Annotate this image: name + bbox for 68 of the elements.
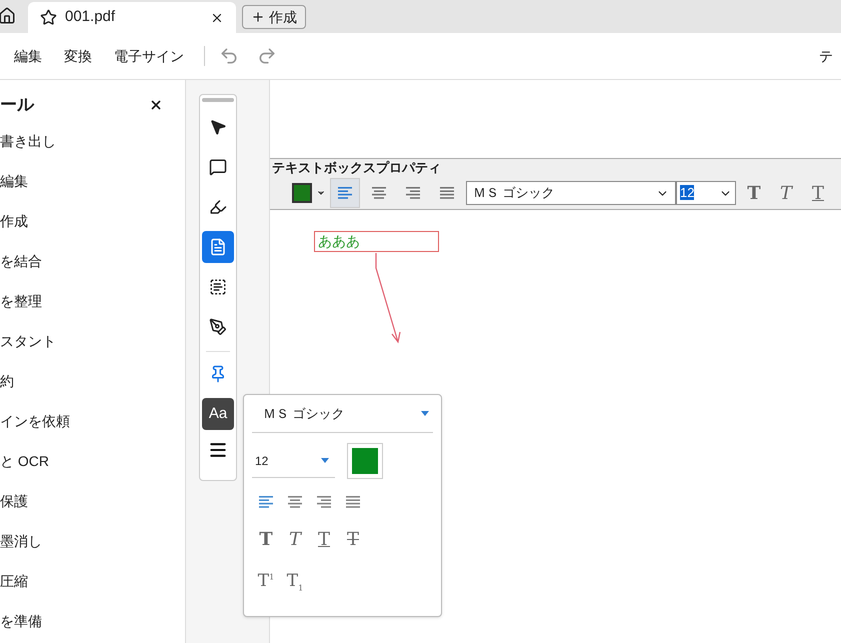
justify-align-icon bbox=[345, 496, 361, 508]
underline-button[interactable]: T bbox=[310, 526, 338, 553]
star-icon[interactable] bbox=[40, 9, 57, 26]
font-button[interactable]: Aa bbox=[202, 398, 234, 430]
right-align-icon bbox=[316, 496, 332, 508]
tool-item[interactable]: 約 bbox=[0, 370, 185, 410]
text-field-icon bbox=[209, 278, 227, 296]
align-button[interactable] bbox=[316, 494, 332, 510]
menu-item[interactable]: 変換 bbox=[64, 46, 92, 66]
menu-item[interactable]: テ bbox=[819, 46, 833, 66]
tool-item[interactable]: スタント bbox=[0, 330, 185, 370]
size-select[interactable]: 12 bbox=[676, 181, 736, 205]
properties-title: テキストボックスプロパティ bbox=[271, 159, 442, 177]
justify-align-icon bbox=[439, 186, 455, 200]
redo-icon[interactable] bbox=[257, 46, 277, 66]
menu-item[interactable]: 電子サイン bbox=[114, 46, 184, 66]
menu-item[interactable]: 編集 bbox=[14, 46, 42, 66]
bold-button[interactable]: T bbox=[740, 180, 768, 206]
tool-item[interactable]: を結合 bbox=[0, 250, 185, 290]
comment-icon bbox=[209, 158, 227, 176]
textbox-tool[interactable] bbox=[202, 231, 234, 263]
tool-item[interactable]: インを依頼 bbox=[0, 410, 185, 450]
tool-item[interactable]: と OCR bbox=[0, 450, 185, 490]
color-button[interactable] bbox=[347, 443, 383, 479]
caret-icon bbox=[421, 411, 429, 416]
center-align-icon bbox=[371, 186, 387, 200]
pen-icon bbox=[209, 318, 227, 336]
pin-icon bbox=[209, 365, 227, 383]
underline-button[interactable]: T bbox=[804, 180, 832, 206]
size-dropdown[interactable]: 12 bbox=[252, 444, 335, 478]
undo-icon[interactable] bbox=[219, 46, 239, 66]
font-dropdown[interactable]: ＭＳ ゴシック bbox=[252, 395, 433, 433]
superscript-button[interactable]: T$^{1}$ bbox=[252, 569, 280, 594]
caret-icon bbox=[321, 458, 329, 463]
menu-icon bbox=[208, 440, 228, 460]
strike-button[interactable]: T bbox=[339, 526, 367, 553]
tool-item[interactable]: 編集 bbox=[0, 170, 185, 210]
align-button[interactable] bbox=[258, 494, 274, 510]
tool-item[interactable]: 作成 bbox=[0, 210, 185, 250]
text-box[interactable]: あああ bbox=[314, 231, 439, 252]
left-align-icon bbox=[258, 496, 274, 508]
align-button[interactable] bbox=[287, 494, 303, 510]
tool-item[interactable]: 墨消し bbox=[0, 530, 185, 570]
tool-item[interactable]: 保護 bbox=[0, 490, 185, 530]
tab-title: 001.pdf bbox=[65, 7, 116, 28]
align-button[interactable] bbox=[345, 494, 361, 510]
italic-button[interactable]: T bbox=[772, 180, 800, 206]
panel-title: ール bbox=[0, 94, 36, 116]
tool-item[interactable]: 圧縮 bbox=[0, 570, 185, 610]
document-tab[interactable]: 001.pdf bbox=[28, 2, 236, 33]
italic-button[interactable]: T bbox=[281, 526, 309, 553]
subscript-button[interactable]: T$_{1}$ bbox=[281, 569, 309, 594]
font-select[interactable]: ＭＳ ゴシック bbox=[466, 181, 676, 205]
tool-item[interactable]: を準備 bbox=[0, 610, 185, 643]
center-align-icon bbox=[287, 496, 303, 508]
plus-icon bbox=[251, 10, 265, 24]
home-icon[interactable] bbox=[0, 7, 16, 25]
pointer-icon bbox=[209, 118, 227, 136]
right-align-icon bbox=[405, 186, 421, 200]
create-button[interactable]: 作成 bbox=[242, 5, 306, 29]
color-swatch[interactable] bbox=[292, 183, 312, 203]
close-icon[interactable] bbox=[149, 98, 163, 112]
left-align-icon bbox=[337, 186, 353, 200]
text-box-icon bbox=[209, 238, 227, 256]
tool-item[interactable]: を整理 bbox=[0, 290, 185, 330]
bold-button[interactable]: T bbox=[252, 526, 280, 553]
tool-item[interactable]: 書き出し bbox=[0, 130, 185, 170]
highlighter-icon bbox=[209, 198, 227, 216]
